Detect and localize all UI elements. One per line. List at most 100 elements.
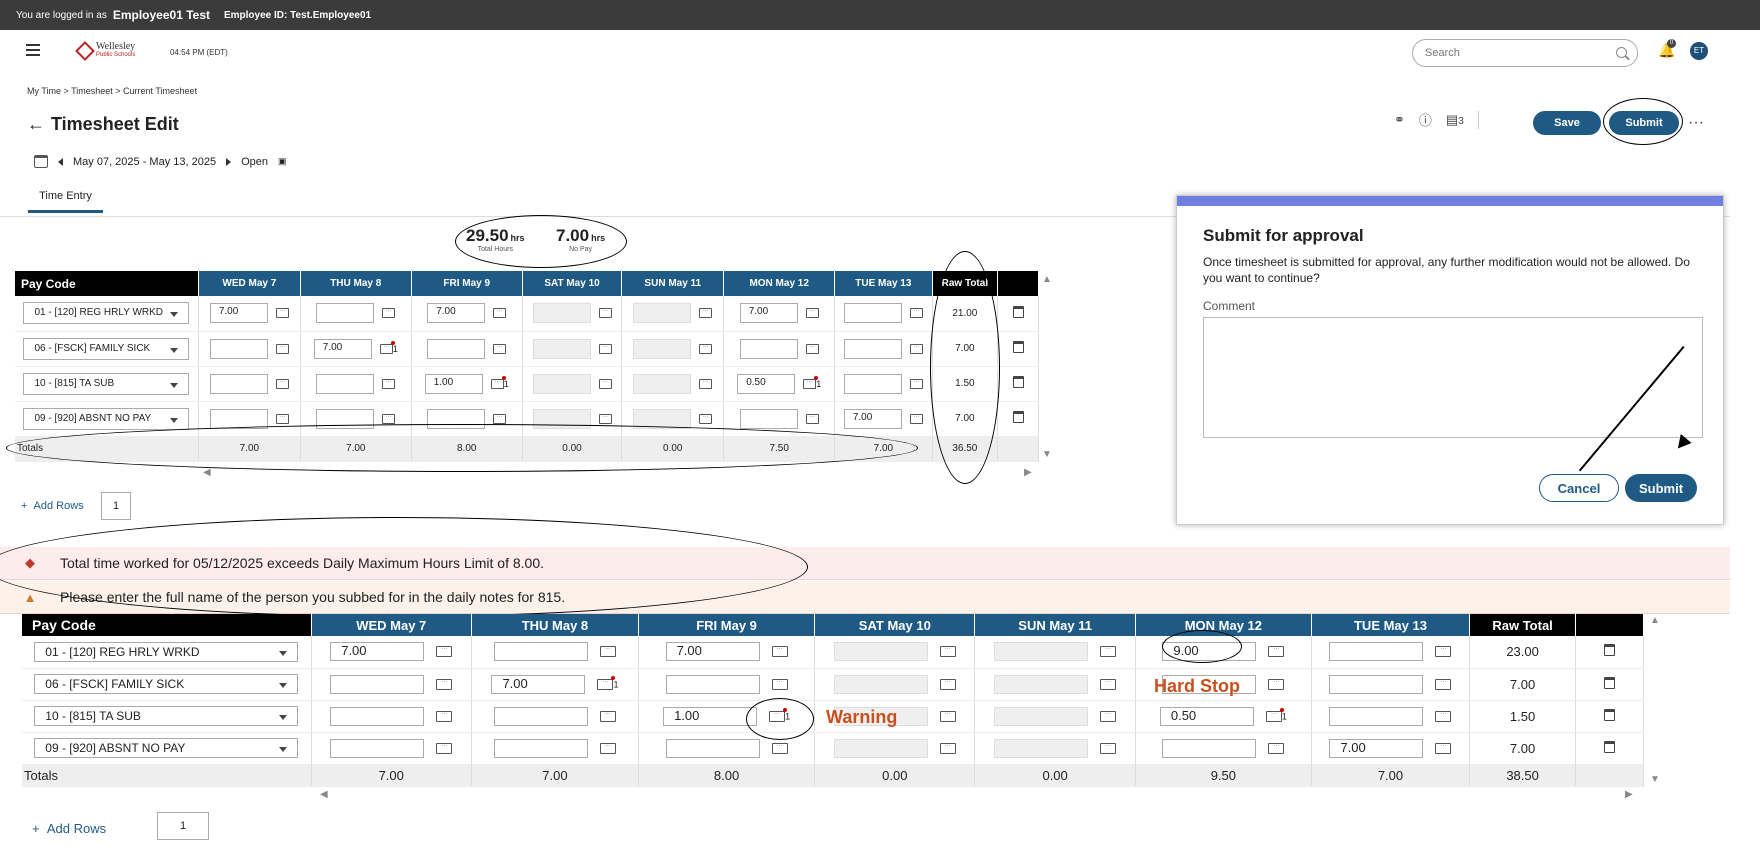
- hours-input[interactable]: [1329, 674, 1424, 694]
- note-icon[interactable]: ···: [1265, 707, 1284, 722]
- hours-input[interactable]: [209, 408, 268, 429]
- add-rows-button[interactable]: + Add Rows: [21, 500, 84, 512]
- hours-input[interactable]: [1162, 738, 1257, 758]
- logo[interactable]: Wellesley Public Schools: [75, 41, 135, 61]
- pay-code-select[interactable]: 01 - [120] REG HRLY WRKD: [34, 641, 299, 662]
- hours-input[interactable]: 7.00: [209, 303, 268, 324]
- hours-input[interactable]: [330, 738, 425, 758]
- hours-input[interactable]: [633, 338, 692, 359]
- note-icon[interactable]: ···: [436, 710, 453, 722]
- scroll-up-icon[interactable]: ▲: [1650, 615, 1660, 626]
- hours-input[interactable]: 7.00: [491, 674, 586, 694]
- hours-input[interactable]: [633, 408, 692, 429]
- hours-input[interactable]: 7.00: [1329, 738, 1424, 758]
- note-icon[interactable]: ···: [1100, 646, 1117, 658]
- hours-input[interactable]: [665, 738, 760, 758]
- tab-time-entry[interactable]: Time Entry: [28, 190, 103, 213]
- note-icon[interactable]: ···: [909, 378, 923, 389]
- scroll-up-icon[interactable]: ▲: [1042, 274, 1052, 285]
- note-icon[interactable]: ···: [382, 413, 396, 424]
- column-header[interactable]: MON May 12: [1135, 614, 1312, 636]
- note-icon[interactable]: ···: [493, 343, 507, 354]
- hours-input[interactable]: [532, 303, 591, 324]
- pay-code-select[interactable]: 09 - [920] ABSNT NO PAY: [23, 407, 190, 430]
- hours-input[interactable]: [833, 642, 928, 662]
- column-header[interactable]: FRI May 9: [638, 614, 816, 636]
- hours-input[interactable]: [843, 303, 902, 324]
- hours-input[interactable]: [665, 674, 760, 694]
- column-header[interactable]: WED May 7: [198, 271, 301, 296]
- hours-input[interactable]: 7.00: [665, 642, 760, 662]
- hours-input[interactable]: [532, 408, 591, 429]
- hours-input[interactable]: [833, 674, 928, 694]
- trash-icon[interactable]: [1604, 740, 1616, 753]
- note-icon[interactable]: ···: [1100, 742, 1117, 754]
- note-icon[interactable]: ···: [599, 710, 616, 722]
- hours-input[interactable]: [493, 738, 588, 758]
- note-icon[interactable]: ···: [699, 343, 713, 354]
- note-icon[interactable]: ···: [909, 308, 923, 319]
- note-icon[interactable]: ···: [382, 308, 396, 319]
- hours-input[interactable]: [994, 738, 1089, 758]
- note-icon[interactable]: ···: [1100, 678, 1117, 690]
- scroll-left-icon[interactable]: ◀: [203, 467, 211, 478]
- hours-input[interactable]: 7.00: [427, 303, 486, 324]
- trash-icon[interactable]: [1604, 644, 1616, 657]
- hours-input[interactable]: [994, 642, 1089, 662]
- note-icon[interactable]: ···: [1435, 742, 1452, 754]
- note-icon[interactable]: ···: [490, 375, 506, 389]
- scroll-down-icon[interactable]: ▼: [1042, 449, 1052, 460]
- hours-input[interactable]: [532, 338, 591, 359]
- hours-input[interactable]: [1329, 706, 1424, 726]
- hours-input[interactable]: [994, 706, 1089, 726]
- column-header[interactable]: FRI May 9: [411, 271, 523, 296]
- note-icon[interactable]: ···: [771, 742, 788, 754]
- column-header[interactable]: SUN May 11: [621, 271, 725, 296]
- pay-code-select[interactable]: 01 - [120] REG HRLY WRKD: [23, 302, 190, 325]
- hours-input[interactable]: [843, 373, 902, 394]
- hours-input[interactable]: [316, 408, 375, 429]
- hours-input[interactable]: 1.00: [663, 706, 758, 726]
- hours-input[interactable]: [739, 408, 798, 429]
- column-header[interactable]: SAT May 10: [814, 614, 976, 636]
- trash-icon[interactable]: [1012, 411, 1024, 423]
- note-icon[interactable]: ···: [805, 308, 819, 319]
- column-header[interactable]: Raw Total: [932, 271, 999, 296]
- note-icon[interactable]: ···: [598, 378, 612, 389]
- hours-input[interactable]: 0.50: [1159, 706, 1254, 726]
- note-icon[interactable]: ···: [1268, 678, 1285, 690]
- avatar[interactable]: ET: [1690, 42, 1708, 60]
- note-icon[interactable]: ···: [598, 308, 612, 319]
- column-header[interactable]: SAT May 10: [522, 271, 623, 296]
- column-header[interactable]: THU May 8: [471, 614, 640, 636]
- column-header[interactable]: WED May 7: [311, 614, 472, 636]
- note-icon[interactable]: ···: [805, 413, 819, 424]
- comments-icon[interactable]: ▤3: [1446, 112, 1464, 128]
- note-icon[interactable]: ···: [275, 343, 289, 354]
- search-icon[interactable]: [1616, 47, 1627, 58]
- hours-input[interactable]: [316, 303, 375, 324]
- note-icon[interactable]: ···: [599, 742, 616, 754]
- hours-input[interactable]: [493, 706, 588, 726]
- note-icon[interactable]: ···: [939, 678, 956, 690]
- trash-icon[interactable]: [1604, 708, 1616, 721]
- prev-period-icon[interactable]: [58, 157, 63, 166]
- column-header[interactable]: THU May 8: [300, 271, 412, 296]
- note-icon[interactable]: ···: [436, 678, 453, 690]
- column-header[interactable]: Raw Total: [1469, 614, 1577, 636]
- pay-code-select[interactable]: 09 - [920] ABSNT NO PAY: [34, 738, 299, 758]
- pay-code-select[interactable]: 06 - [FSCK] FAMILY SICK: [34, 674, 299, 694]
- hours-input[interactable]: [1329, 642, 1424, 662]
- hours-input[interactable]: [493, 642, 588, 662]
- note-icon[interactable]: ···: [599, 646, 616, 658]
- note-icon[interactable]: ···: [436, 742, 453, 754]
- note-icon[interactable]: ···: [1100, 710, 1117, 722]
- note-icon[interactable]: ···: [939, 710, 956, 722]
- column-header[interactable]: TUE May 13: [1311, 614, 1471, 636]
- hours-input[interactable]: [994, 674, 1089, 694]
- note-icon[interactable]: ···: [493, 413, 507, 424]
- note-icon[interactable]: ···: [1268, 742, 1285, 754]
- hours-input[interactable]: [633, 303, 692, 324]
- column-header[interactable]: TUE May 13: [834, 271, 933, 296]
- note-icon[interactable]: ···: [909, 413, 923, 424]
